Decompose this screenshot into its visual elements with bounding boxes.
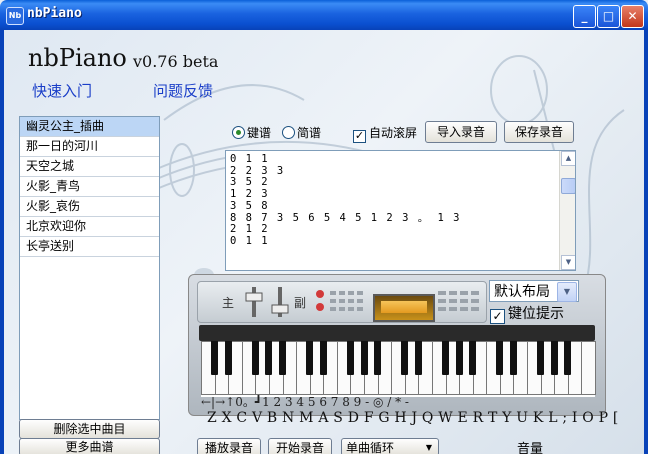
black-key[interactable]: [442, 341, 450, 375]
score-textarea[interactable]: 0 1 1 2 2 3 3 3 5 2 1 2 3 3 5 8 8 8 7 3 …: [225, 150, 576, 271]
loop-select-value: 单曲循环: [346, 441, 395, 454]
title-bar[interactable]: Nb nbPiano _ □ ✕: [0, 0, 648, 30]
black-key[interactable]: [224, 341, 232, 375]
delete-selected-button[interactable]: 删除选中曲目: [19, 419, 160, 439]
key-hint-checkbox[interactable]: ✓ 键位提示: [490, 303, 564, 324]
feedback-link[interactable]: 问题反馈: [153, 80, 213, 101]
piano-keys[interactable]: [201, 341, 596, 397]
black-key[interactable]: [537, 341, 545, 375]
main-volume-slider-icon[interactable]: [242, 285, 266, 319]
black-key[interactable]: [251, 341, 259, 375]
minimize-button[interactable]: _: [573, 5, 596, 28]
mode-keyboard-label: 键谱: [247, 126, 272, 140]
piano-top-strip: [199, 325, 595, 341]
control-buttons-icon: [316, 290, 363, 311]
song-item[interactable]: 火影_哀伤: [20, 197, 159, 217]
black-key[interactable]: [455, 341, 463, 375]
window-border-right: [644, 30, 648, 454]
white-key[interactable]: [581, 341, 596, 395]
black-key[interactable]: [564, 341, 572, 375]
mode-numbered-label: 简谱: [297, 126, 322, 140]
black-key[interactable]: [401, 341, 409, 375]
black-key[interactable]: [279, 341, 287, 375]
song-item[interactable]: 长亭送别: [20, 237, 159, 257]
song-list[interactable]: 幽灵公主_插曲 那一日的河川 天空之城 火影_青鸟 火影_哀伤 北京欢迎你 长亭…: [19, 116, 160, 420]
layout-select[interactable]: 默认布局 ▼: [489, 280, 579, 302]
auto-scroll-label: 自动滚屏: [369, 126, 418, 140]
sub-volume-slider-icon[interactable]: [268, 285, 292, 319]
preset-buttons-icon: [438, 291, 479, 311]
black-key[interactable]: [211, 341, 219, 375]
main-label: 主: [222, 296, 235, 310]
scroll-down-icon[interactable]: ▼: [561, 255, 575, 270]
black-key[interactable]: [306, 341, 314, 375]
score-text: 0 1 1 2 2 3 3 3 5 2 1 2 3 3 5 8 8 8 7 3 …: [230, 153, 462, 247]
save-recording-button[interactable]: 保存录音: [504, 121, 574, 143]
key-hint-label: 键位提示: [508, 306, 564, 322]
checkmark-icon: ✓: [490, 309, 505, 324]
black-key[interactable]: [319, 341, 327, 375]
song-item[interactable]: 那一日的河川: [20, 137, 159, 157]
piano-control-panel: 主 副: [197, 281, 487, 323]
black-key[interactable]: [374, 341, 382, 375]
scroll-thumb[interactable]: [561, 178, 575, 194]
window-title: nbPiano: [27, 6, 82, 21]
maximize-button[interactable]: □: [597, 5, 620, 28]
chevron-down-icon[interactable]: ▼: [426, 439, 432, 454]
radio-icon: [232, 126, 245, 139]
app-name: nbPiano: [28, 44, 127, 72]
scroll-up-icon[interactable]: ▲: [561, 151, 575, 166]
close-button[interactable]: ✕: [621, 5, 644, 28]
chevron-down-icon[interactable]: ▼: [557, 282, 577, 302]
mode-keyboard-radio[interactable]: 键谱: [232, 124, 271, 141]
import-recording-button[interactable]: 导入录音: [425, 121, 497, 143]
radio-icon: [282, 126, 295, 139]
black-key[interactable]: [469, 341, 477, 375]
start-recording-button[interactable]: 开始录音: [268, 438, 332, 454]
sub-label: 副: [294, 296, 307, 310]
black-key[interactable]: [360, 341, 368, 375]
black-key[interactable]: [496, 341, 504, 375]
quick-start-link[interactable]: 快速入门: [32, 80, 92, 101]
black-key[interactable]: [414, 341, 422, 375]
auto-scroll-checkbox[interactable]: ✓ 自动滚屏: [353, 124, 417, 143]
more-scores-button[interactable]: 更多曲谱: [19, 438, 160, 454]
play-recording-button[interactable]: 播放录音: [197, 438, 261, 454]
loop-select[interactable]: 单曲循环 ▼: [341, 438, 439, 454]
keymap-bottom-row: Z X C V B N M A S D F G H J Q W E R T Y …: [207, 410, 619, 426]
song-item[interactable]: 幽灵公主_插曲: [20, 117, 159, 137]
app-window: Nb nbPiano _ □ ✕ nbPiano v0.76 beta 快速入门…: [0, 0, 648, 454]
black-key[interactable]: [346, 341, 354, 375]
black-key[interactable]: [265, 341, 273, 375]
song-item[interactable]: 火影_青鸟: [20, 177, 159, 197]
vertical-scrollbar[interactable]: ▲ ▼: [559, 151, 575, 270]
song-item[interactable]: 天空之城: [20, 157, 159, 177]
layout-select-value: 默认布局: [494, 284, 550, 300]
app-version: v0.76 beta: [133, 52, 219, 71]
volume-label: 音量: [517, 442, 544, 454]
keymap-top-row: ←|→↑0。┛1 2 3 4 5 6 7 8 9 - ◎ / * -: [201, 395, 409, 409]
mode-numbered-radio[interactable]: 简谱: [282, 124, 321, 141]
checkmark-icon: ✓: [353, 129, 366, 143]
black-key[interactable]: [550, 341, 558, 375]
app-icon: Nb: [6, 7, 24, 25]
black-key[interactable]: [509, 341, 517, 375]
lcd-display: [373, 294, 435, 322]
song-item[interactable]: 北京欢迎你: [20, 217, 159, 237]
